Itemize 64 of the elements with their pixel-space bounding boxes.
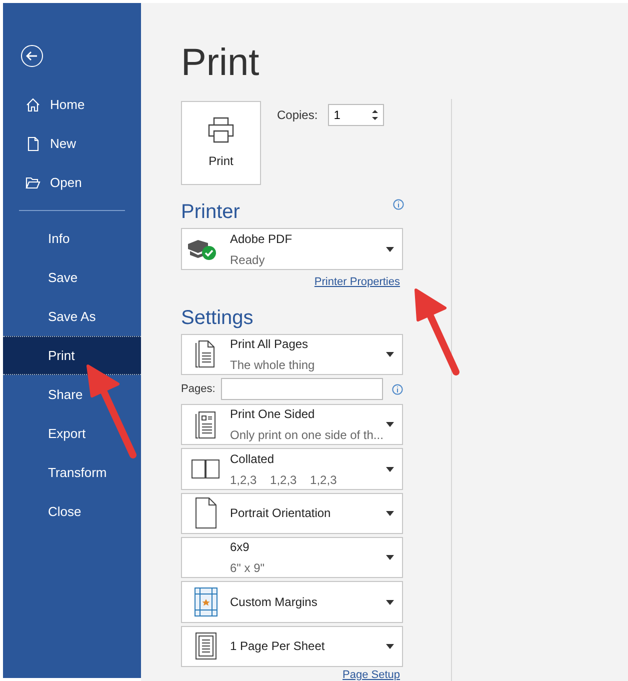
settings-dropdown[interactable]: Collated 1,2,3 1,2,3 1,2,3 xyxy=(181,448,403,490)
settings-dropdown[interactable]: 6x9 6" x 9" xyxy=(181,537,403,578)
settings-dropdown[interactable]: Custom Margins xyxy=(181,581,403,623)
settings-dropdown[interactable]: 1 Page Per Sheet xyxy=(181,626,403,667)
menu-item[interactable]: Transform xyxy=(3,453,141,492)
back-button[interactable] xyxy=(21,45,43,67)
caret-icon xyxy=(386,422,394,428)
document-icon xyxy=(25,136,41,152)
menu-item[interactable]: Export xyxy=(3,414,141,453)
caret-icon xyxy=(386,352,394,357)
back-arrow-icon xyxy=(26,51,38,61)
menu-item[interactable]: Share xyxy=(3,375,141,414)
printer-icon xyxy=(206,116,236,144)
settings-dropdown[interactable]: Print One Sided Only print on one side of th... xyxy=(181,404,403,446)
menu-item[interactable]: Home xyxy=(3,85,141,124)
option-subtitle: 6" x 9" xyxy=(230,560,266,578)
printer-status: Ready xyxy=(230,252,266,269)
settings-dropdown[interactable]: Print All Pages The whole thing xyxy=(181,334,403,376)
pages-input-field[interactable] xyxy=(221,378,384,400)
copies-spinner[interactable]: 1 xyxy=(328,104,384,126)
caret-icon xyxy=(386,246,394,252)
caret-icon xyxy=(386,644,394,649)
menu-item[interactable]: New xyxy=(3,124,141,163)
collated-pages-icon xyxy=(191,458,221,480)
margins-icon xyxy=(194,587,218,618)
menu-item[interactable]: Info xyxy=(3,219,141,258)
portrait-page-icon xyxy=(194,497,218,530)
printer-name: Adobe PDF xyxy=(230,230,294,248)
menu-item[interactable]: Save As xyxy=(3,297,141,336)
printer-properties-link[interactable]: Printer Properties xyxy=(314,274,400,291)
document-icon xyxy=(194,410,218,440)
pages-label: Pages: xyxy=(181,382,216,397)
option-title: 1 Page Per Sheet xyxy=(230,638,326,656)
menu-item[interactable]: Open xyxy=(3,163,141,202)
spinner-arrows-icon xyxy=(372,109,378,121)
info-icon xyxy=(392,384,403,395)
option-title: Collated xyxy=(230,450,276,468)
option-title: Print All Pages xyxy=(230,336,310,353)
option-title: Print One Sided xyxy=(230,406,316,424)
copies-label: Copies: xyxy=(277,107,318,124)
section-heading: Settings xyxy=(181,306,254,330)
info-icon xyxy=(393,199,404,210)
option-subtitle: Only print on one side of th... xyxy=(230,427,384,444)
print-button[interactable]: Print xyxy=(181,101,261,185)
menu-item[interactable]: Close xyxy=(3,492,141,531)
option-title: Custom Margins xyxy=(230,594,318,612)
printer-dropdown[interactable]: Adobe PDF Ready xyxy=(181,228,403,270)
caret-icon xyxy=(386,510,394,516)
menu-item[interactable]: Print xyxy=(3,336,141,375)
page-title: Print xyxy=(181,41,260,85)
home-icon xyxy=(25,96,41,112)
page-setup-link[interactable]: Page Setup xyxy=(342,668,400,681)
option-title: 6x9 xyxy=(230,539,250,556)
caret-icon xyxy=(386,600,394,605)
folder-icon xyxy=(25,174,41,190)
caret-icon xyxy=(386,466,394,472)
option-subtitle: The whole thing xyxy=(230,356,316,374)
caret-icon xyxy=(386,555,394,560)
option-subtitle: 1,2,3 1,2,3 1,2,3 xyxy=(230,472,338,489)
section-heading: Printer xyxy=(181,200,240,224)
page-icon xyxy=(194,631,218,662)
option-title: Portrait Orientation xyxy=(230,505,332,522)
menu-item[interactable]: Save xyxy=(3,258,141,297)
settings-dropdown[interactable]: Portrait Orientation xyxy=(181,492,403,534)
